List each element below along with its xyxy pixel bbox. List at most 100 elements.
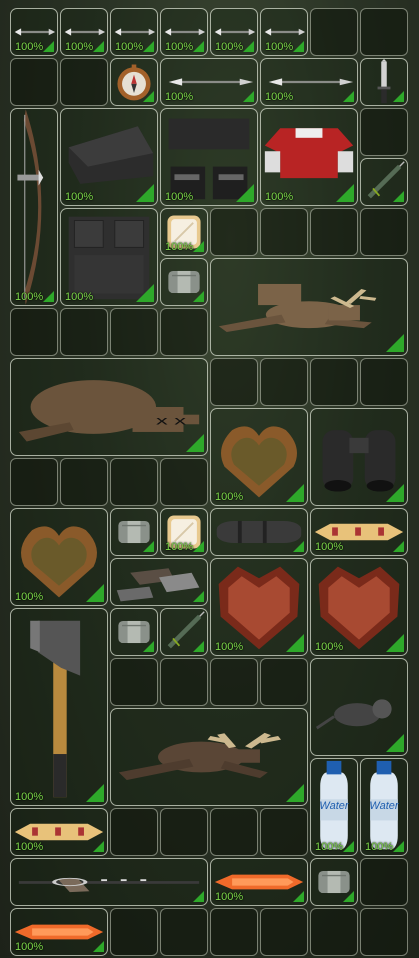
empty-slot[interactable] (10, 58, 58, 106)
empty-slot[interactable] (210, 208, 258, 256)
quality-indicator (286, 484, 304, 502)
inventory-item[interactable] (360, 58, 408, 106)
inventory-item[interactable] (310, 408, 408, 506)
empty-slot[interactable] (310, 358, 358, 406)
empty-slot[interactable] (210, 808, 258, 856)
inventory-item[interactable]: Water 100% (310, 758, 358, 856)
empty-slot[interactable] (260, 808, 308, 856)
quality-indicator (193, 891, 204, 902)
empty-slot[interactable] (360, 108, 408, 156)
inventory-item[interactable] (110, 608, 158, 656)
inventory-item[interactable]: 100% (260, 8, 308, 56)
quality-indicator (93, 41, 104, 52)
empty-slot[interactable] (310, 908, 358, 956)
inventory-item[interactable] (110, 558, 208, 606)
inventory-item[interactable]: 100% (210, 408, 308, 506)
empty-slot[interactable] (260, 658, 308, 706)
inventory-item[interactable]: 100% (60, 208, 158, 306)
inventory-item[interactable]: 100% (10, 908, 108, 956)
empty-slot[interactable] (160, 458, 208, 506)
empty-slot[interactable] (160, 908, 208, 956)
quality-label: 100% (165, 191, 194, 203)
inventory-item[interactable]: 100% (160, 8, 208, 56)
inventory-item[interactable]: 100% (260, 58, 358, 106)
quality-label: 100% (165, 91, 194, 103)
empty-slot[interactable] (160, 308, 208, 356)
empty-slot[interactable] (10, 458, 58, 506)
empty-slot[interactable] (360, 208, 408, 256)
empty-slot[interactable] (360, 358, 408, 406)
empty-slot[interactable] (310, 8, 358, 56)
quality-indicator (393, 91, 404, 102)
inventory-item[interactable]: 100% (10, 108, 58, 306)
inventory-item[interactable]: 100% (160, 58, 258, 106)
inventory-item[interactable]: 100% (10, 8, 58, 56)
inventory-item[interactable]: 100% (160, 508, 208, 556)
empty-slot[interactable] (60, 58, 108, 106)
inventory-item[interactable]: 100% (160, 108, 258, 206)
empty-slot[interactable] (210, 658, 258, 706)
empty-slot[interactable] (260, 908, 308, 956)
inventory-item[interactable] (110, 58, 158, 106)
bottle-label: Water (319, 800, 349, 812)
empty-slot[interactable] (60, 308, 108, 356)
inventory-item[interactable]: 100% (160, 208, 208, 256)
inventory-item[interactable]: 100% (310, 558, 408, 656)
empty-slot[interactable] (260, 208, 308, 256)
quality-indicator (393, 841, 404, 852)
inventory-item[interactable]: 100% (210, 558, 308, 656)
inventory-item[interactable]: 100% (210, 858, 308, 906)
inventory-item[interactable]: 100% (60, 108, 158, 206)
quality-indicator (293, 41, 304, 52)
inventory-item[interactable]: 100% (210, 8, 258, 56)
empty-slot[interactable] (110, 458, 158, 506)
inventory-item[interactable] (110, 708, 308, 806)
empty-slot[interactable] (360, 8, 408, 56)
inventory-item[interactable] (110, 508, 158, 556)
empty-slot[interactable] (10, 308, 58, 356)
empty-slot[interactable] (160, 658, 208, 706)
axe-icon (30, 620, 81, 798)
empty-slot[interactable] (210, 908, 258, 956)
inventory-item[interactable] (10, 858, 208, 906)
empty-slot[interactable] (360, 908, 408, 956)
inventory-item[interactable] (210, 508, 308, 556)
empty-slot[interactable] (60, 458, 108, 506)
quality-indicator (386, 634, 404, 652)
inventory-item[interactable]: 100% (60, 8, 108, 56)
empty-slot[interactable] (160, 808, 208, 856)
inventory-item[interactable]: 100% (10, 808, 108, 856)
quality-indicator (386, 334, 404, 352)
quality-indicator (393, 191, 404, 202)
inventory-item[interactable] (310, 858, 358, 906)
empty-slot[interactable] (110, 658, 158, 706)
inventory-item[interactable]: 100% (310, 508, 408, 556)
inventory-item[interactable]: Water 100% (360, 758, 408, 856)
inventory-item[interactable]: 100% (110, 8, 158, 56)
quality-indicator (386, 484, 404, 502)
empty-slot[interactable] (210, 358, 258, 406)
empty-slot[interactable] (110, 308, 158, 356)
empty-slot[interactable] (310, 208, 358, 256)
inventory-item[interactable] (310, 658, 408, 756)
inventory-item[interactable]: 100% (10, 508, 108, 606)
inventory-item[interactable] (160, 258, 208, 306)
empty-slot[interactable] (110, 808, 158, 856)
moose-carcass-icon (118, 732, 282, 781)
inventory-item[interactable] (360, 158, 408, 206)
inventory-item[interactable]: 100% (10, 608, 108, 806)
inventory-item[interactable] (160, 608, 208, 656)
inventory-item[interactable]: x x (10, 358, 208, 456)
inventory-item[interactable]: 100% (260, 108, 358, 206)
empty-slot[interactable] (360, 858, 408, 906)
quality-label: 100% (65, 41, 94, 53)
quality-indicator (193, 291, 204, 302)
quality-label: 100% (265, 91, 294, 103)
quality-label: 100% (65, 191, 94, 203)
inventory-item[interactable] (210, 258, 408, 356)
quality-indicator (143, 41, 154, 52)
quality-label: 100% (215, 891, 244, 903)
quality-label: 100% (265, 41, 294, 53)
empty-slot[interactable] (260, 358, 308, 406)
empty-slot[interactable] (110, 908, 158, 956)
